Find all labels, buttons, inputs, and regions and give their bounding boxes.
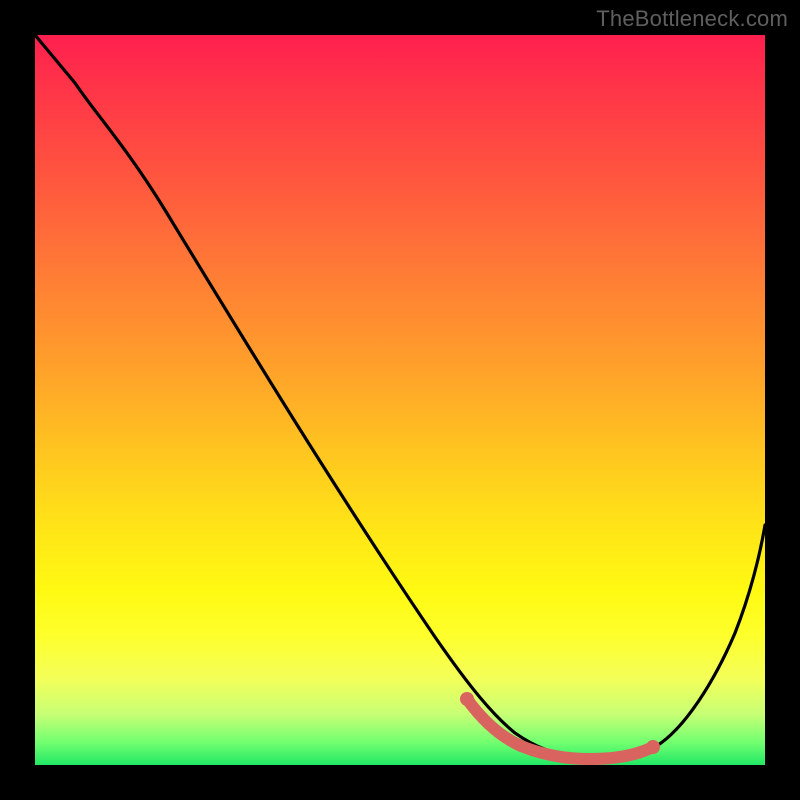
bottleneck-curve	[35, 35, 765, 758]
highlight-band	[467, 699, 653, 759]
highlight-dot-mid2	[584, 753, 596, 765]
curve-layer	[35, 35, 765, 765]
watermark-label: TheBottleneck.com	[596, 6, 788, 32]
plot-area	[35, 35, 765, 765]
highlight-dot-mid1	[515, 740, 527, 752]
highlight-dot-left	[460, 692, 474, 706]
chart-frame: TheBottleneck.com	[0, 0, 800, 800]
highlight-dot-right	[646, 740, 660, 754]
